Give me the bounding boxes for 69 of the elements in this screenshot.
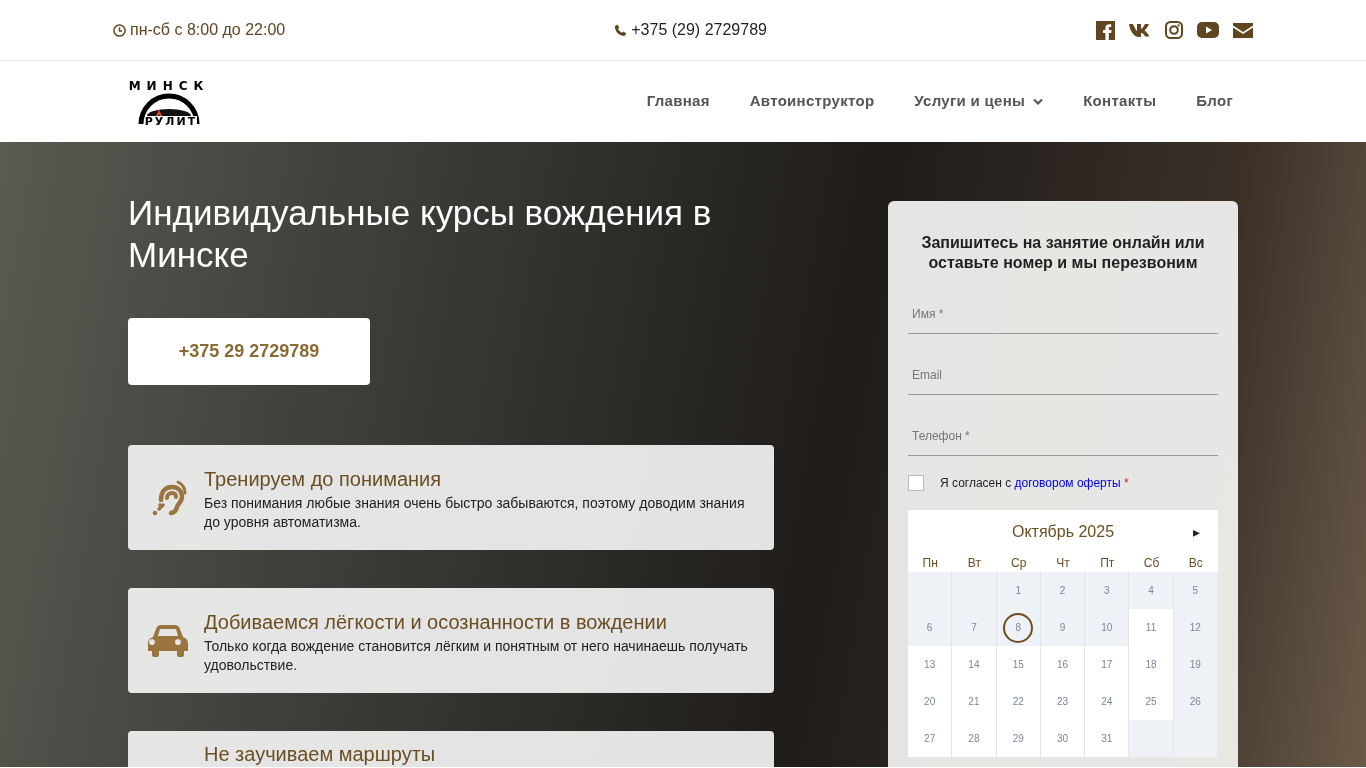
- phone-link[interactable]: +375 (29) 2729789: [631, 18, 767, 42]
- calendar-day: 26: [1173, 683, 1218, 720]
- calendar-day[interactable]: 27: [908, 720, 953, 757]
- input-field[interactable]: Телефон *: [908, 417, 1218, 456]
- calendar-month: Октябрь 2025: [1011, 522, 1115, 542]
- feature-title: Добиваемся лёгкости и осознанности в вождении: [204, 609, 668, 635]
- calendar-day[interactable]: 18: [1129, 646, 1174, 683]
- car-icon: [148, 624, 188, 657]
- calendar-day: 3: [1085, 572, 1130, 609]
- nav-link[interactable]: Автоинструктор: [729, 82, 895, 121]
- nav-link[interactable]: Блог: [1176, 82, 1253, 121]
- today-marker: 8: [1003, 612, 1034, 643]
- calendar-day: 1: [996, 572, 1041, 609]
- weekday-label: Чт: [1055, 555, 1071, 572]
- checkbox[interactable]: [908, 475, 924, 491]
- calendar-day: 9: [1040, 609, 1086, 646]
- phone-icon: [614, 23, 628, 37]
- calendar-day[interactable]: 20: [908, 683, 953, 720]
- calendar-day: 6: [908, 609, 953, 646]
- weekday-label: Вт: [966, 555, 982, 572]
- calendar-day[interactable]: 24: [1085, 683, 1130, 720]
- next-month-button[interactable]: ▸: [1193, 521, 1200, 543]
- nav-link[interactable]: Услуги и цены: [894, 82, 1064, 121]
- calendar-day[interactable]: 23: [1040, 683, 1086, 720]
- input-field[interactable]: Имя *: [908, 295, 1218, 334]
- feature-text: Без понимания любые знания очень быстро забываются, поэтому доводим знания до уровня автоматизма.: [204, 493, 746, 532]
- calendar-day[interactable]: 29: [996, 720, 1041, 757]
- instagram-icon[interactable]: [1165, 21, 1183, 39]
- youtube-icon[interactable]: [1197, 22, 1219, 38]
- weekday-label: Ср: [1010, 555, 1028, 572]
- calendar-day: 19: [1173, 646, 1218, 683]
- clock-icon: [113, 23, 126, 37]
- calendar-day[interactable]: 30: [1040, 720, 1086, 757]
- calendar-day: 10: [1085, 609, 1130, 646]
- hero-title: Индивидуальные курсы вождения в Минске: [128, 192, 713, 276]
- nav-link[interactable]: Главная: [626, 82, 730, 121]
- calendar-day[interactable]: 13: [908, 646, 953, 683]
- weekday-label: Сб: [1142, 555, 1161, 572]
- calendar-day: 7: [952, 609, 997, 646]
- required-mark: *: [1124, 476, 1129, 490]
- weekday-label: Пт: [1099, 555, 1116, 572]
- calendar-day[interactable]: 17: [1085, 646, 1130, 683]
- calendar-day[interactable]: 14: [952, 646, 997, 683]
- weekday-label: Пн: [921, 555, 939, 572]
- facebook-icon[interactable]: [1096, 20, 1115, 40]
- feature-text: Только когда вождение становится лёгким и понятным от него начинаешь получать удовольствие.: [204, 636, 749, 675]
- logo-drawing: МИНСК РУЛИТ: [129, 71, 209, 132]
- calendar-day[interactable]: 22: [996, 683, 1041, 720]
- vk-icon[interactable]: [1129, 23, 1151, 37]
- input-field[interactable]: Email: [908, 356, 1218, 395]
- opening-hours: пн-сб с 8:00 до 22:00: [130, 20, 286, 40]
- weekday-label: Вс: [1187, 555, 1204, 572]
- phone-button[interactable]: +375 29 2729789: [128, 318, 370, 385]
- consent-text: Я согласен с договором оферты *: [940, 475, 1129, 492]
- calendar-day: 2: [1040, 572, 1086, 609]
- calendar-day: 4: [1129, 572, 1174, 609]
- calendar-day[interactable]: 21: [952, 683, 997, 720]
- calendar-day: 12: [1173, 609, 1218, 646]
- offer-link[interactable]: договором оферты: [1014, 476, 1121, 490]
- feature-title: Не заучиваем маршруты: [204, 742, 436, 767]
- feature-title: Тренируем до понимания: [204, 466, 443, 492]
- email-icon[interactable]: [1233, 22, 1253, 38]
- form-title: Запишитесь на занятие онлайн или оставьте номер и мы перезвоним: [920, 233, 1206, 273]
- calendar-day[interactable]: 16: [1040, 646, 1086, 683]
- calendar-day[interactable]: 28: [952, 720, 997, 757]
- calendar-day[interactable]: 11: [1129, 609, 1174, 646]
- nav-link[interactable]: Контакты: [1063, 82, 1177, 121]
- calendar-day[interactable]: 15: [996, 646, 1041, 683]
- calendar-day: 5: [1173, 572, 1218, 609]
